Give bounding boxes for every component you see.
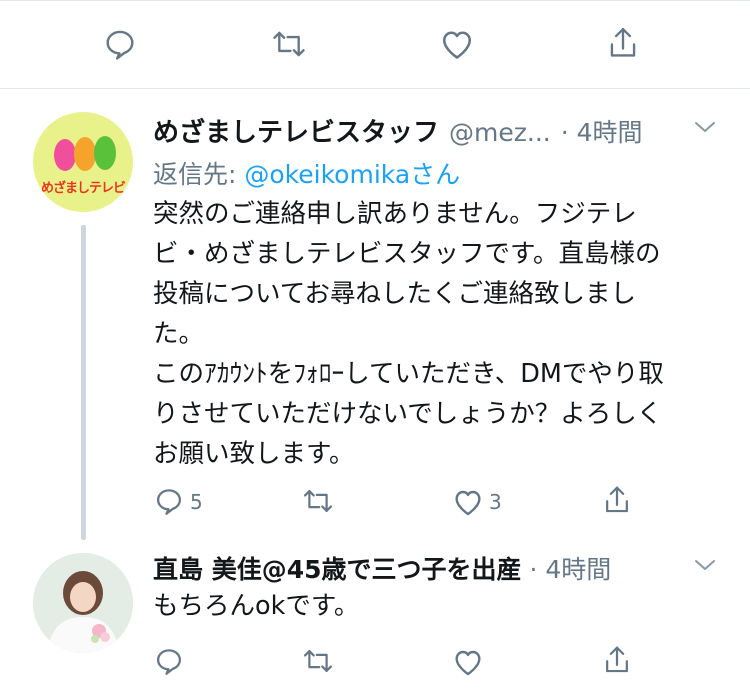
reply-to-handle[interactable]: @okeikomika	[244, 160, 410, 189]
reply-to-suffix: さん	[410, 160, 461, 189]
timestamp[interactable]: · 4時間	[530, 550, 612, 586]
display-name[interactable]: 直島 美佳@45歳で三つ子を出産	[153, 550, 522, 586]
top-divider	[0, 0, 750, 1]
like-count: 3	[489, 490, 502, 514]
avatar[interactable]: めざましテレビ	[33, 112, 133, 212]
reply-to-line: 返信先: @okeikomikaさん	[153, 155, 460, 191]
avatar[interactable]	[33, 553, 133, 653]
retweet-icon[interactable]	[271, 27, 307, 61]
chevron-down-icon[interactable]	[692, 118, 718, 136]
heart-icon[interactable]	[452, 647, 484, 677]
thread-line	[81, 225, 86, 540]
avatar-logo-text: めざましテレビ	[41, 181, 126, 196]
timestamp[interactable]: · 4時間	[561, 113, 643, 149]
heart-icon[interactable]	[452, 487, 484, 517]
body-line: 投稿についてお尋ねしたくご連絡致しまし	[153, 279, 636, 309]
chevron-down-icon[interactable]	[692, 556, 718, 574]
body-line: ビ・めざましテレビスタッフです。直島様の	[153, 239, 661, 269]
body-line: 突然のご連絡申し訳ありません。フジテレ	[153, 199, 637, 229]
body-line: お願い致します。	[153, 439, 355, 469]
tweet-header: 直島 美佳@45歳で三つ子を出産 · 4時間	[153, 550, 693, 586]
reply-icon[interactable]	[154, 646, 184, 676]
avatar-photo	[33, 553, 133, 653]
share-icon[interactable]	[606, 25, 640, 61]
body-line: た。	[153, 319, 205, 349]
share-icon[interactable]	[602, 644, 632, 676]
tweet-body: もちろんokです。	[153, 591, 360, 621]
mezamashi-logo	[54, 136, 116, 171]
retweet-icon[interactable]	[302, 486, 334, 516]
reply-to-label: 返信先:	[153, 160, 237, 189]
reply-count: 5	[190, 490, 203, 514]
body-line: りさせていただけないでしょうか？よろしく	[153, 399, 663, 429]
reply-icon[interactable]	[154, 486, 184, 516]
retweet-icon[interactable]	[302, 646, 334, 676]
handle[interactable]: @mez...	[449, 118, 551, 147]
tweet-header: めざましテレビスタッフ @mez... · 4時間	[153, 112, 693, 148]
section-divider	[0, 88, 750, 89]
display-name[interactable]: めざましテレビスタッフ	[153, 112, 439, 149]
share-icon[interactable]	[602, 484, 632, 516]
reply-icon[interactable]	[103, 27, 137, 61]
heart-icon[interactable]	[439, 27, 475, 61]
body-line: このｱｶｳﾝﾄをﾌｫﾛｰしていただき、DMでやり取	[153, 359, 664, 389]
